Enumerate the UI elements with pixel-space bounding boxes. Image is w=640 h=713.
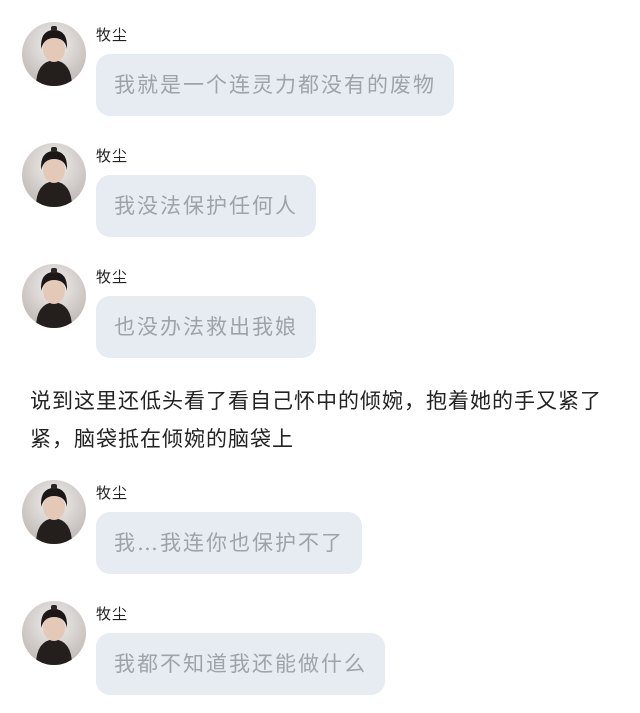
message-bubble[interactable]: 我没法保护任何人 xyxy=(96,175,316,237)
sender-name: 牧尘 xyxy=(96,147,129,165)
avatar[interactable] xyxy=(22,264,86,328)
sender-name: 牧尘 xyxy=(96,26,129,44)
chat-transcript: 牧尘 我就是一个连灵力都没有的废物 牧尘 我没法保护任何人 牧尘 也没办法救出我… xyxy=(0,0,640,713)
avatar[interactable] xyxy=(22,22,86,86)
message-bubble[interactable]: 也没办法救出我娘 xyxy=(96,296,316,358)
avatar[interactable] xyxy=(22,143,86,207)
avatar[interactable] xyxy=(22,480,86,544)
message-bubble[interactable]: 我…我连你也保护不了 xyxy=(96,512,362,574)
message-bubble[interactable]: 我都不知道我还能做什么 xyxy=(96,633,385,695)
sender-name: 牧尘 xyxy=(96,605,129,623)
narration-text: 说到这里还低头看了看自己怀中的倾婉，抱着她的手又紧了紧，脑袋抵在倾婉的脑袋上 xyxy=(30,389,602,451)
sender-name: 牧尘 xyxy=(96,484,129,502)
message-bubble[interactable]: 我就是一个连灵力都没有的废物 xyxy=(96,54,454,116)
sender-name: 牧尘 xyxy=(96,268,129,286)
avatar[interactable] xyxy=(22,601,86,665)
